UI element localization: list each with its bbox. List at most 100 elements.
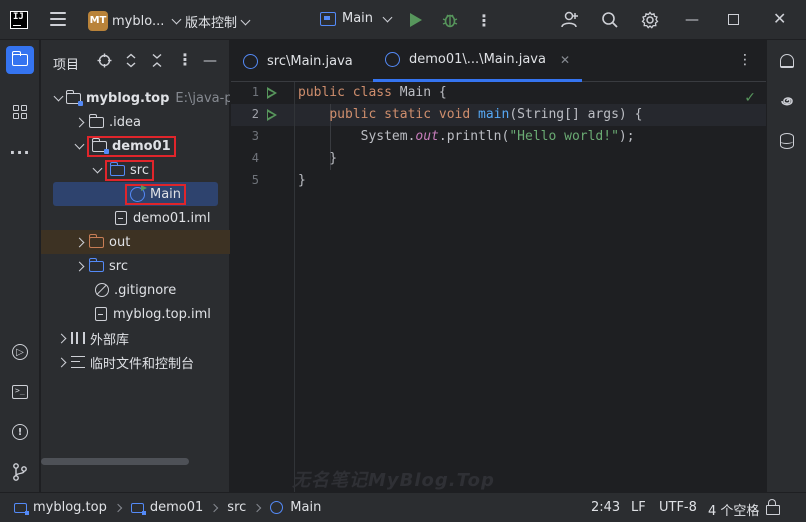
tree-item-idea[interactable]: .idea [41,110,230,134]
source-folder-icon [88,257,104,272]
chevron-down-icon [382,12,393,22]
tree-item-out[interactable]: out [41,230,230,254]
more-actions-icon[interactable]: ⋮ [474,10,494,30]
tree-item-main[interactable]: Main [53,182,218,206]
intellij-logo-icon[interactable]: IJ [10,11,28,29]
structure-tool-button[interactable] [6,98,34,126]
java-class-icon [385,52,400,67]
run-config-selector[interactable]: Main [320,11,395,26]
tree-item-external-libraries[interactable]: 外部库 [41,326,230,350]
left-tool-strip: ... ▷ >_ ! [0,40,40,492]
run-tool-button[interactable]: ▷ [6,338,34,366]
database-button[interactable] [778,132,796,150]
run-button[interactable] [406,10,426,30]
tree-item-label: src [109,258,128,274]
tree-item-myblog-iml[interactable]: myblog.top.iml [41,302,230,326]
run-gutter-icon[interactable] [267,87,277,99]
hide-panel-icon[interactable]: — [203,53,217,69]
add-user-icon[interactable] [560,10,580,30]
project-badge: MT [88,11,108,31]
status-bar: myblog.top demo01 src Main 2:43 LF UTF-8… [0,492,806,522]
tab-src-main[interactable]: src\Main.java [231,40,365,82]
code-line-3: System.out.println("Hello world!"); [298,129,635,144]
debug-button[interactable] [440,10,460,30]
lock-icon[interactable] [766,499,780,515]
project-panel-header: 项目 ⋮ — [41,40,230,82]
tree-item-demo01[interactable]: demo01 [41,134,230,158]
gutter-line: 2 [231,104,295,126]
chevron-right-icon[interactable] [73,260,85,272]
caret-position[interactable]: 2:43 [591,500,620,515]
main-menu-icon[interactable] [50,12,66,26]
run-gutter-icon[interactable] [267,109,277,121]
project-switcher[interactable]: MT myblo... [88,10,184,32]
line-number: 4 [251,151,259,165]
spiral-icon [781,97,793,106]
run-tool-icon: ▷ [12,344,28,360]
tree-item-myblog-top[interactable]: myblog.top E:\java-pro [41,86,230,110]
locate-file-icon[interactable] [97,53,112,72]
tree-item-label: 外部库 [90,332,130,348]
git-tool-button[interactable] [6,458,34,486]
breadcrumb-item[interactable]: myblog.top [33,500,107,515]
tree-item-label: myblog.top [86,90,170,106]
vcs-menu[interactable]: 版本控制 [185,12,253,31]
chevron-right-icon [253,503,262,512]
breadcrumb-item[interactable]: demo01 [150,500,203,515]
search-icon[interactable] [600,10,620,30]
java-class-icon [270,501,284,514]
chevron-right-icon [113,503,123,512]
chevron-right-icon[interactable] [73,116,85,128]
project-tool-button[interactable] [6,46,34,74]
editor: src\Main.java demo01\...\Main.java ✕ ⋮ 1… [231,40,766,492]
notifications-button[interactable] [778,52,796,70]
more-tabs-icon[interactable]: ⋮ [738,52,752,68]
line-separator[interactable]: LF [631,500,646,515]
tree-item-label: demo01.iml [133,210,211,226]
terminal-tool-button[interactable]: >_ [6,378,34,406]
folder-icon [11,51,28,66]
minimize-button[interactable]: — [685,12,699,28]
tree-item-demo01-src[interactable]: src [41,158,230,182]
gear-icon[interactable] [640,10,660,30]
options-icon[interactable]: ⋮ [177,50,193,69]
close-button[interactable]: ✕ [773,9,786,28]
editor-gutter: 1 2 3 4 5 [231,82,295,492]
maximize-button[interactable] [728,14,739,25]
run-config-icon [320,11,336,26]
highlight-box: demo01 [87,135,176,157]
code-line-2: public static void main(String[] args) { [329,107,643,122]
tree-item-label: myblog.top.iml [113,306,211,322]
highlight-box: Main [124,183,187,205]
breadcrumb-item[interactable]: Main [290,500,321,515]
run-config-name: Main [342,11,374,26]
chevron-down-icon[interactable] [91,164,103,176]
bell-icon [780,54,794,68]
chevron-right-icon[interactable] [55,356,67,368]
close-icon[interactable]: ✕ [560,53,570,67]
horizontal-scrollbar[interactable] [41,458,189,465]
expand-all-icon[interactable] [125,53,137,72]
breadcrumb-item[interactable]: src [227,500,246,515]
indent-setting[interactable]: 4 个空格 [708,500,759,519]
file-encoding[interactable]: UTF-8 [659,500,697,515]
tab-label: demo01\...\Main.java [409,52,546,67]
ai-assistant-button[interactable] [778,92,796,110]
tab-demo01-main[interactable]: demo01\...\Main.java ✕ [373,40,583,82]
collapse-all-icon[interactable] [151,53,163,72]
tree-item-path: E:\java-pro [175,90,230,106]
chevron-right-icon[interactable] [55,332,67,344]
tab-label: src\Main.java [267,53,353,69]
chevron-down-icon[interactable] [73,140,85,152]
gutter-line: 4 [231,148,295,170]
tree-item-demo01-iml[interactable]: demo01.iml [41,206,230,230]
tree-item-src[interactable]: src [41,254,230,278]
chevron-down-icon[interactable] [55,92,62,104]
no-problems-check-icon[interactable]: ✓ [744,90,756,106]
problems-tool-button[interactable]: ! [6,418,34,446]
more-tools-button[interactable]: ... [6,138,34,166]
chevron-right-icon[interactable] [73,236,85,248]
tree-item-scratches[interactable]: 临时文件和控制台 [41,350,230,374]
line-number: 3 [251,129,259,143]
tree-item-gitignore[interactable]: .gitignore [41,278,230,302]
